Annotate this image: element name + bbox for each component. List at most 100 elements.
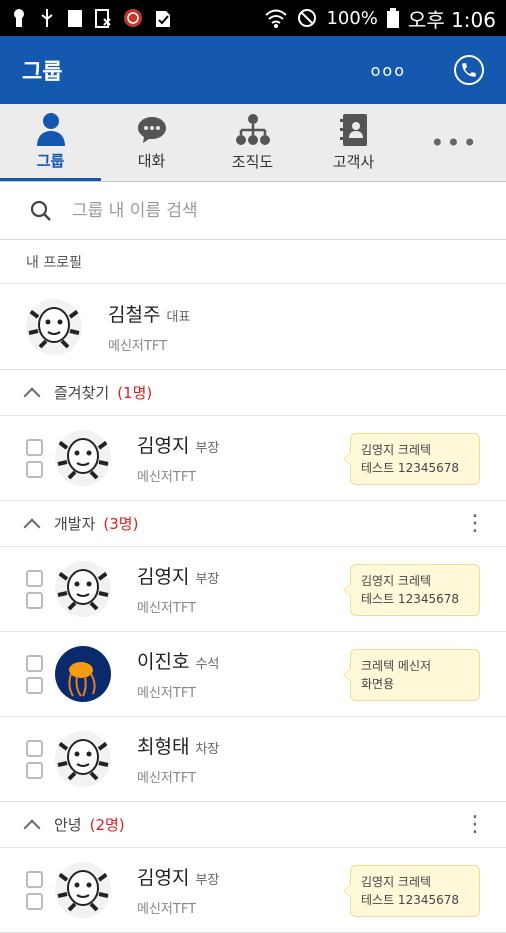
no-sim-icon [95, 9, 111, 28]
avatar [55, 862, 111, 918]
mobile-status-icon [26, 761, 43, 779]
tab-org-chart[interactable]: 조직도 [202, 104, 303, 181]
member-org: 메신저TFT [137, 601, 197, 616]
storage-icon [68, 10, 82, 27]
avatar [55, 430, 111, 486]
device-status [26, 870, 43, 910]
mobile-status-icon [26, 591, 43, 609]
device-status [26, 438, 43, 478]
overflow-menu-button[interactable]: ooo [371, 61, 406, 80]
chat-icon [137, 117, 166, 143]
member-rank: 수석 [195, 657, 220, 672]
group-header[interactable]: 개발자 (3명) ⋮ [0, 501, 506, 547]
member-info: 김영지 부장메신저TFT [137, 562, 219, 616]
mobile-status-icon [26, 460, 43, 478]
group-header[interactable]: 즐겨찾기 (1명) [0, 370, 506, 416]
member-rank: 부장 [195, 441, 220, 456]
tab-chat[interactable]: 대화 [101, 104, 202, 181]
member-row[interactable]: 김영지 부장 메신저TFT 김영지 크레텍 테스트 12345678 [0, 848, 506, 933]
member-rank: 차장 [195, 742, 220, 757]
tab-label: 대화 [137, 152, 166, 170]
tab-customers[interactable]: 고객사 [303, 104, 404, 181]
member-org: 메신저TFT [137, 686, 197, 701]
battery-percent: 100% [326, 7, 378, 29]
profile-name: 김철주 [108, 303, 161, 326]
status-message-bubble: 김영지 크레텍 테스트 12345678 [343, 433, 480, 485]
profile-rank: 대표 [166, 309, 191, 325]
group-count: (2명) [89, 816, 125, 834]
app-bar: 그룹 ooo [0, 36, 506, 104]
call-button[interactable] [454, 55, 484, 85]
member-info: 최형태 차장 메신저TFT [137, 732, 219, 786]
tab-group[interactable]: 그룹 [0, 104, 101, 181]
chevron-up-icon [23, 387, 41, 404]
search-bar [0, 182, 506, 240]
group-title: 개발자 [54, 515, 96, 533]
do-not-disturb-icon [298, 9, 317, 27]
status-bar: 100% 오후 1:06 [0, 0, 506, 36]
avatar [55, 731, 111, 787]
tab-label: 그룹 [36, 151, 65, 170]
usb-icon [41, 9, 53, 27]
more-icon: ••• [430, 128, 479, 157]
avatar [26, 298, 82, 355]
member-row[interactable]: 최형태 차장 메신저TFT [0, 717, 506, 802]
group-header[interactable]: 안녕 (2명) ⋮ [0, 802, 506, 848]
avatar [55, 561, 111, 617]
member-name: 이진호 [137, 651, 190, 673]
member-name: 김영지 [137, 435, 190, 457]
battery-icon [386, 8, 399, 28]
pc-status-icon [26, 654, 43, 672]
device-status [26, 654, 43, 694]
status-message-bubble: 김영지 크레텍 테스트 12345678 [343, 564, 480, 616]
tab-more[interactable]: ••• [404, 104, 505, 181]
pc-status-icon [26, 569, 43, 587]
member-org: 메신저TFT [137, 470, 197, 485]
group-menu-icon[interactable]: ⋮ [464, 512, 486, 535]
chevron-up-icon [23, 819, 41, 836]
member-name: 김영지 [137, 867, 190, 889]
app-icon [124, 9, 142, 27]
member-row[interactable]: 이진호 수석메신저TFT 크레텍 메신저 화면용 [0, 632, 506, 717]
notification-icon [14, 9, 24, 27]
wifi-icon [265, 9, 288, 28]
my-profile-row[interactable]: 김철주 대표 메신저TFT [0, 284, 506, 370]
member-name: 김영지 [137, 566, 190, 588]
system-icons: 100% 오후 1:06 [264, 4, 496, 33]
page-title: 그룹 [22, 60, 63, 85]
member-rank: 부장 [195, 873, 220, 888]
member-row[interactable]: 김영지 부장메신저TFT 김영지 크레텍 테스트 12345678 [0, 416, 506, 501]
member-rank: 부장 [195, 572, 220, 587]
group-menu-icon[interactable]: ⋮ [464, 813, 486, 836]
person-icon [36, 112, 65, 146]
notification-icons [10, 7, 172, 29]
member-row[interactable]: 김영지 부장메신저TFT 김영지 크레텍 테스트 12345678 [0, 547, 506, 632]
pc-status-icon [26, 870, 43, 888]
group-title: 즐겨찾기 [54, 384, 110, 402]
clock: 오후 1:06 [407, 7, 496, 32]
profile-org: 메신저TFT [108, 338, 168, 354]
check-icon [156, 11, 170, 27]
contacts-book-icon [339, 114, 367, 146]
tab-label: 조직도 [231, 153, 274, 171]
avatar [55, 646, 111, 702]
member-org: 메신저TFT [137, 771, 197, 786]
member-info: 이진호 수석메신저TFT [137, 647, 219, 701]
my-profile-label: 내 프로필 [0, 240, 506, 284]
group-title: 안녕 [54, 816, 82, 834]
chevron-up-icon [23, 518, 41, 535]
search-input[interactable] [72, 200, 476, 221]
device-status [26, 739, 43, 779]
member-info: 김영지 부장메신저TFT [137, 431, 219, 485]
group-count: (1명) [117, 384, 153, 402]
status-message-bubble: 김영지 크레텍 테스트 12345678 [343, 865, 480, 917]
org-chart-icon [235, 114, 270, 145]
status-message-bubble: 크레텍 메신저 화면용 [343, 649, 480, 701]
pc-status-icon [26, 438, 43, 456]
member-info: 김영지 부장 메신저TFT [137, 863, 219, 917]
pc-status-icon [26, 739, 43, 757]
tab-label: 고객사 [332, 153, 375, 171]
mobile-status-icon [26, 892, 43, 910]
device-status [26, 569, 43, 609]
group-list: 즐겨찾기 (1명) 김영지 부장 메신저TFT 김영지 크레텍 테스트 12345678 개… [0, 370, 506, 933]
